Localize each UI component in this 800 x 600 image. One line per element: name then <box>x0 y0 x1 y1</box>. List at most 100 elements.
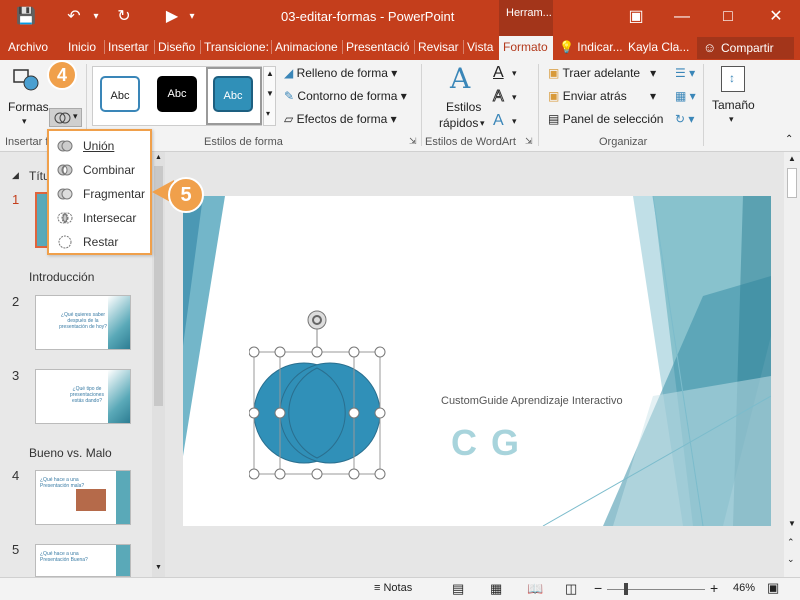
text-effects-dropdown-icon[interactable]: ▾ <box>512 116 517 127</box>
gallery-more-icon[interactable]: ▾ <box>266 109 270 118</box>
separator <box>538 64 539 146</box>
undo-icon[interactable]: ↶ <box>62 6 86 28</box>
merge-shapes-button[interactable]: ▾ <box>49 108 82 127</box>
scroll-up-icon[interactable]: ▲ <box>155 154 162 161</box>
tab-diseno[interactable]: Diseño <box>154 40 195 54</box>
tab-revisar[interactable]: Revisar <box>414 40 459 54</box>
section-title[interactable]: Introducción <box>29 270 94 284</box>
quick-styles-label-2[interactable]: rápidos <box>439 116 478 130</box>
slide-sorter-icon[interactable]: ▦ <box>490 581 502 597</box>
slide-thumbnail-5[interactable]: ¿Qué hace a una Presentación Buena? <box>35 544 131 577</box>
text-effects-icon[interactable]: A <box>493 112 504 130</box>
gallery-scroll[interactable]: ▲ ▼ ▾ <box>263 66 276 126</box>
size-dropdown-icon[interactable]: ▾ <box>729 114 734 125</box>
rotate-icon[interactable]: ↻ ▾ <box>675 112 694 126</box>
zoom-in-icon[interactable]: + <box>710 580 718 596</box>
scroll-down-icon[interactable]: ▼ <box>788 519 796 528</box>
user-name[interactable]: Kayla Cla... <box>628 40 689 54</box>
text-fill-dropdown-icon[interactable]: ▾ <box>512 68 517 79</box>
scroll-up-icon[interactable]: ▲ <box>788 154 796 163</box>
section-title[interactable]: Bueno vs. Malo <box>29 446 112 460</box>
ribbon-tabs: Archivo Inicio Insertar Diseño Transicio… <box>0 36 800 60</box>
slides-pane-scrollbar[interactable]: ▲ ▼ <box>152 152 165 577</box>
tab-indicar[interactable]: 💡 Indicar... <box>559 40 623 54</box>
shapes-button-label[interactable]: Formas <box>8 100 49 114</box>
union-icon <box>57 140 73 152</box>
bring-forward-button[interactable]: ▣ Traer adelante ▾ <box>548 66 656 80</box>
share-button[interactable]: ☺ Compartir <box>697 37 794 59</box>
redo-icon[interactable]: ↻ <box>112 6 136 28</box>
send-backward-button[interactable]: ▣ Enviar atrás ▾ <box>548 89 656 103</box>
ribbon-display-icon[interactable]: ▣ <box>624 6 648 28</box>
selection-pane-button[interactable]: ▤ Panel de selección <box>548 112 663 126</box>
slide-canvas[interactable]: CustomGuide Aprendizaje Interactivo C G <box>183 196 771 526</box>
wordart-dialog-launcher-icon[interactable]: ⇲ <box>525 136 533 147</box>
notes-button[interactable]: ≡ Notas <box>374 582 412 594</box>
scroll-thumb[interactable] <box>787 168 797 198</box>
zoom-out-icon[interactable]: − <box>594 580 602 596</box>
slide-thumbnail-3[interactable]: ¿Qué tipo de presentaciones estás dando? <box>35 369 131 424</box>
size-button-label[interactable]: Tamaño <box>712 98 755 112</box>
align-icon[interactable]: ☰ ▾ <box>675 66 695 80</box>
collapse-ribbon-icon[interactable]: ⌃ <box>785 134 793 145</box>
quick-styles-dropdown-icon[interactable]: ▾ <box>480 118 485 129</box>
menu-item-combine[interactable]: Combinar <box>83 163 135 177</box>
minimize-icon[interactable]: — <box>670 6 694 28</box>
zoom-slider-track[interactable] <box>607 589 705 590</box>
shapes-icon[interactable] <box>12 66 40 94</box>
dialog-launcher-icon[interactable]: ⇲ <box>409 136 417 147</box>
shape-fill-button[interactable]: ◢ Relleno de forma ▾ <box>284 66 397 80</box>
thumb-text: ¿Qué hace a una Presentación mala? <box>40 477 85 489</box>
tab-animaciones[interactable]: Animacione <box>271 40 338 54</box>
shape-style-option[interactable]: Abc <box>213 76 253 112</box>
tab-inicio[interactable]: Inicio <box>68 40 96 54</box>
tab-formato[interactable]: Formato <box>499 36 553 60</box>
shape-style-option[interactable]: Abc <box>100 76 140 112</box>
shape-outline-button[interactable]: ✎ Contorno de forma ▾ <box>284 89 407 103</box>
shape-style-option[interactable]: Abc <box>157 76 197 112</box>
text-fill-icon[interactable]: A <box>493 64 504 82</box>
fit-to-window-icon[interactable]: ▣ <box>767 580 779 596</box>
selection-pane-label: Panel de selección <box>562 112 664 126</box>
qat-customize-icon[interactable]: ▾ <box>180 6 204 28</box>
tab-presentacion[interactable]: Presentació <box>342 40 409 54</box>
tab-vista[interactable]: Vista <box>463 40 493 54</box>
reading-view-icon[interactable]: 📖 <box>527 581 543 597</box>
normal-view-icon[interactable]: ▤ <box>452 581 464 597</box>
close-icon[interactable]: ✕ <box>764 6 788 28</box>
slide-thumbnail-2[interactable]: ¿Qué quieres saber después de la present… <box>35 295 131 350</box>
zoom-level[interactable]: 46% <box>733 582 755 594</box>
text-outline-icon[interactable]: A <box>493 88 505 106</box>
tab-insertar[interactable]: Insertar <box>104 40 149 54</box>
size-icon[interactable]: ↕ <box>721 66 745 92</box>
insert-shapes-group-label: Insertar f <box>5 136 49 148</box>
undo-dropdown-icon[interactable]: ▾ <box>84 6 108 28</box>
selected-shapes[interactable] <box>249 308 389 488</box>
tab-transiciones[interactable]: Transicione: <box>200 40 269 54</box>
menu-item-fragment[interactable]: Fragmentar <box>83 187 145 201</box>
slide-thumbnail-4[interactable]: ¿Qué hace a una Presentación mala? <box>35 470 131 525</box>
quick-styles-label-1[interactable]: Estilos <box>446 100 481 114</box>
previous-slide-icon[interactable]: ⌃ <box>787 537 795 548</box>
text-outline-dropdown-icon[interactable]: ▾ <box>512 92 517 103</box>
maximize-icon[interactable]: □ <box>716 6 740 28</box>
person-icon: ☺ <box>703 40 717 55</box>
tab-archivo[interactable]: Archivo <box>8 40 48 54</box>
menu-item-union[interactable]: Unión <box>83 139 114 153</box>
group-icon[interactable]: ▦ ▾ <box>675 89 696 103</box>
save-icon[interactable]: 💾 <box>14 6 38 28</box>
slide-scrollbar[interactable]: ▲ ▼ ⌃ ⌄ <box>784 152 800 577</box>
shape-effects-button[interactable]: ▱ Efectos de forma ▾ <box>284 112 397 126</box>
section-collapse-icon[interactable]: ◢ <box>12 170 19 181</box>
shapes-dropdown-icon[interactable]: ▾ <box>22 116 27 127</box>
next-slide-icon[interactable]: ⌄ <box>787 554 795 565</box>
scroll-down-icon[interactable]: ▼ <box>155 564 162 571</box>
zoom-slider-thumb[interactable] <box>624 583 628 595</box>
slideshow-view-icon[interactable]: ◫ <box>565 581 577 597</box>
quick-styles-icon[interactable]: A <box>450 62 470 95</box>
menu-item-subtract[interactable]: Restar <box>83 235 118 249</box>
menu-item-intersect[interactable]: Intersecar <box>83 211 136 225</box>
gallery-up-icon[interactable]: ▲ <box>266 69 274 78</box>
gallery-down-icon[interactable]: ▼ <box>266 89 274 98</box>
title-bar: 💾 ↶ ▾ ↻ ▶ ▾ 03-editar-formas - PowerPoin… <box>0 0 800 36</box>
